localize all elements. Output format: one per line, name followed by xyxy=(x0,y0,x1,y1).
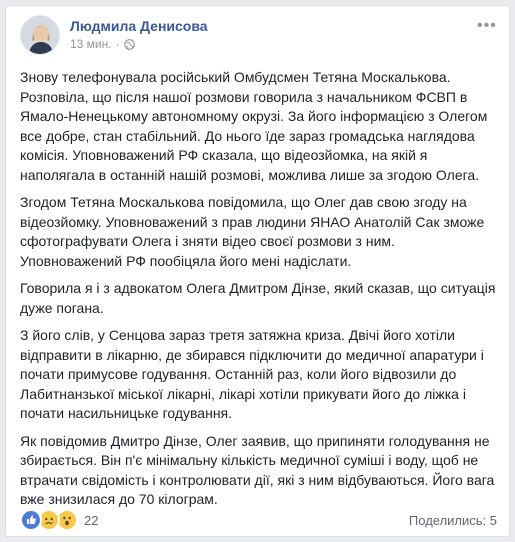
globe-icon[interactable] xyxy=(123,38,135,50)
like-icon xyxy=(20,509,42,531)
more-options-icon[interactable]: ••• xyxy=(477,18,496,34)
post-paragraph: З його слів, у Сенцова зараз третя затяж… xyxy=(20,327,484,421)
post-paragraph: Знову телефонувала російський Омбудсмен … xyxy=(20,69,488,183)
meta-separator: · xyxy=(115,37,120,51)
author-avatar[interactable] xyxy=(20,15,60,55)
post-body: Знову телефонувала російський Омбудсмен … xyxy=(20,68,498,518)
author-name[interactable]: Людмила Денисова xyxy=(70,18,208,34)
post-meta: 13 мин. · xyxy=(70,37,135,51)
reaction-count[interactable]: 22 xyxy=(84,513,98,528)
post-paragraph: Згодом Тетяна Москалькова повідомила, що… xyxy=(20,194,485,269)
post-paragraph: Говорила я і з адвокатом Олега Дмитром Д… xyxy=(20,280,496,316)
post-footer: 22 Поделились: 5 xyxy=(20,509,497,531)
post-time[interactable]: 13 мин. xyxy=(70,37,112,51)
facebook-post: Людмила Денисова 13 мин. · ••• Знову тел… xyxy=(5,5,510,537)
post-paragraph: Як повідомив Дмитро Дінзе, Олег заявив, … xyxy=(20,432,495,508)
reactions-summary[interactable]: 22 xyxy=(20,509,98,531)
shares-count[interactable]: Поделились: 5 xyxy=(409,513,497,528)
post-header: Людмила Денисова 13 мин. · ••• xyxy=(20,15,499,61)
